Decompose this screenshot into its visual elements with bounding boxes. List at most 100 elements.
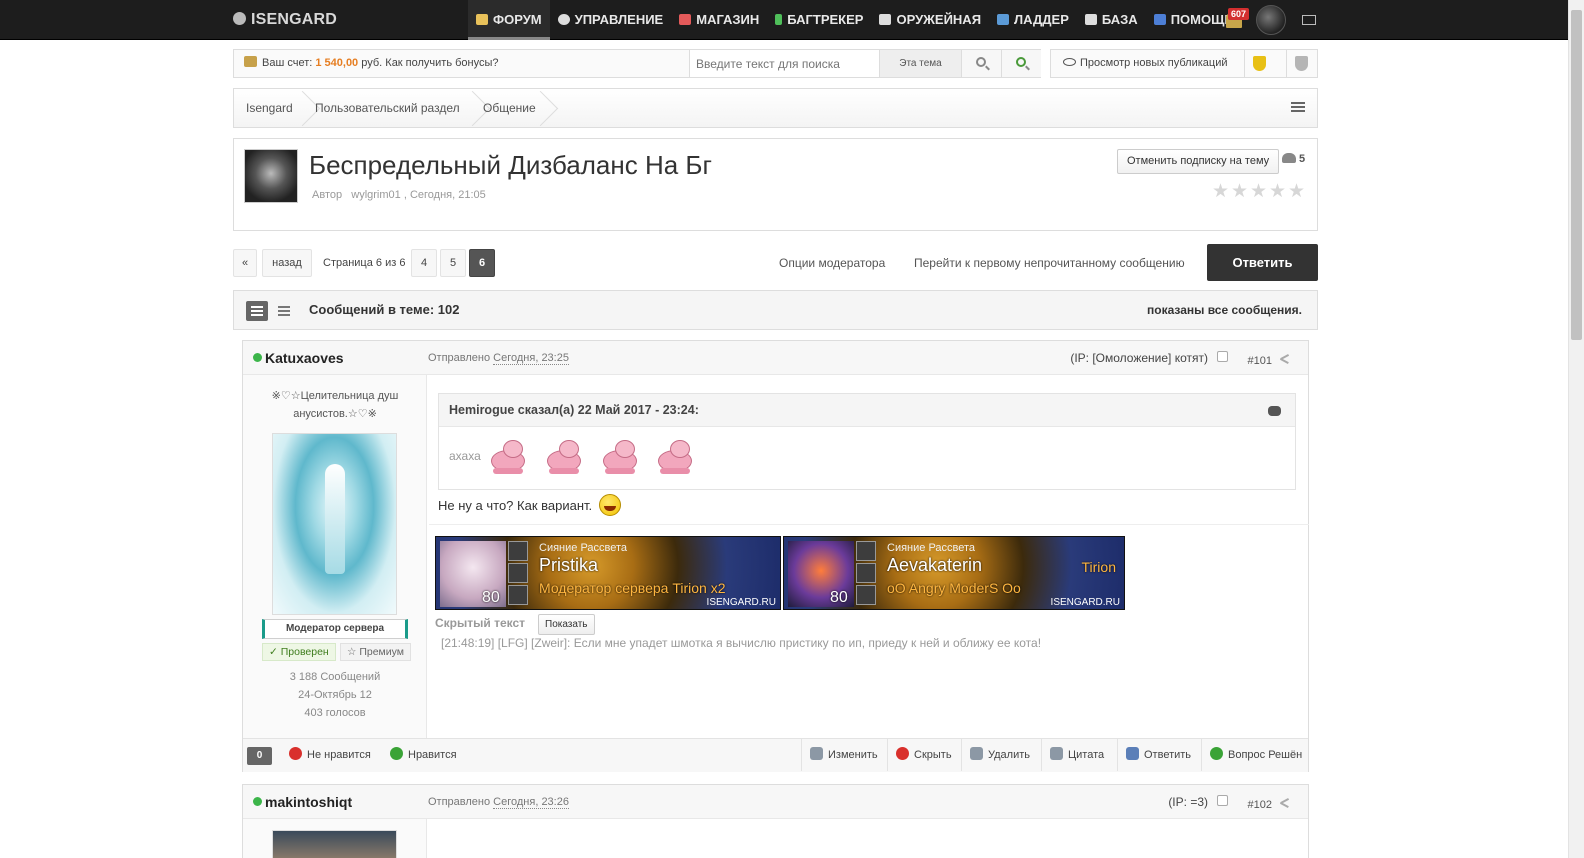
advanced-search-icon xyxy=(1016,57,1026,67)
check-icon xyxy=(1210,747,1223,760)
quote-button[interactable]: Цитата xyxy=(1041,739,1117,771)
topic-author-link[interactable]: wylgrim01 xyxy=(351,189,401,201)
post-author[interactable]: Katuxaoves xyxy=(265,341,344,375)
shown-filter[interactable]: показаны все сообщения. xyxy=(1147,291,1302,329)
quote-block: Hemirogue сказал(а) 22 Май 2017 - 23:24:… xyxy=(438,393,1296,490)
page-5-button[interactable]: 5 xyxy=(440,249,466,277)
star-icon[interactable]: ★ xyxy=(1231,182,1248,201)
verified-badge: ✓ Проверен xyxy=(262,643,336,661)
character-level: 80 xyxy=(830,589,848,606)
post-date: Отправлено Сегодня, 23:25 xyxy=(428,352,569,365)
spoiler-label: Скрытый текст xyxy=(435,616,526,630)
mail-icon[interactable] xyxy=(1302,15,1316,25)
nav-management[interactable]: УПРАВЛЕНИЕ xyxy=(550,0,672,40)
avatar[interactable] xyxy=(272,433,397,615)
nav-forum[interactable]: ФОРУМ xyxy=(468,0,550,40)
page-scrollbar[interactable] xyxy=(1568,0,1584,858)
star-icon[interactable]: ★ xyxy=(1269,182,1286,201)
book-icon xyxy=(1084,14,1097,25)
search-input[interactable] xyxy=(689,50,879,77)
post-author[interactable]: makintoshiqt xyxy=(265,785,352,819)
topic-author-avatar[interactable] xyxy=(244,149,298,203)
slowpoke-emoticon xyxy=(597,438,643,480)
rating-stars[interactable]: ★ ★ ★ ★ ★ xyxy=(1212,182,1312,201)
shield-button[interactable] xyxy=(1286,50,1316,77)
character-banner[interactable]: 80 Сияние Рассвета Aevakaterin oO Angry … xyxy=(783,536,1125,610)
prev-page-button[interactable]: назад xyxy=(262,249,312,277)
info-bar: Ваш счет: 1 540,00 руб. Как получить бон… xyxy=(233,49,1041,78)
posts-count-bar: Сообщений в теме: 102 показаны все сообщ… xyxy=(233,290,1318,330)
author-info: ※♡☆Целительница душ анусистов.☆♡※ Модера… xyxy=(243,375,427,738)
banner-site: ISENGARD.RU xyxy=(1050,597,1120,608)
search-button[interactable] xyxy=(961,50,1001,77)
search-scope-button[interactable]: Эта тема xyxy=(879,50,961,77)
post-101: Katuxaoves Отправлено Сегодня, 23:25 (IP… xyxy=(242,340,1309,772)
character-name: Aevakaterin xyxy=(887,555,983,575)
topic-header: Беспредельный Дизбаланс На Бг Автор wylg… xyxy=(233,138,1318,231)
comments-icon[interactable] xyxy=(1268,406,1281,416)
character-level: 80 xyxy=(482,589,500,606)
nav-armory[interactable]: ОРУЖЕЙНАЯ xyxy=(871,0,989,40)
first-page-button[interactable]: « xyxy=(233,249,257,277)
reply-icon xyxy=(1126,747,1139,760)
reply-button[interactable]: Ответить xyxy=(1207,244,1318,281)
character-realm: Сияние Рассвета xyxy=(887,542,976,554)
breadcrumb-item-user-section[interactable]: Пользовательский раздел xyxy=(315,89,460,127)
unsubscribe-button[interactable]: Отменить подписку на тему xyxy=(1117,149,1280,174)
first-unread-link[interactable]: Перейти к первому непрочитанному сообщен… xyxy=(914,256,1185,270)
delete-button[interactable]: Удалить xyxy=(961,739,1041,771)
messages-count[interactable]: 3 188 Сообщений xyxy=(253,671,417,683)
nav-bugtracker[interactable]: БАГТРЕКЕР xyxy=(767,0,871,40)
compact-view-icon xyxy=(278,306,290,316)
advanced-search-button[interactable] xyxy=(1001,50,1041,77)
hide-button[interactable]: Скрыть xyxy=(887,739,961,771)
post-number[interactable]: #101 xyxy=(1248,344,1272,378)
banner-site: ISENGARD.RU xyxy=(706,597,776,608)
notifications-button[interactable]: 607 xyxy=(1220,0,1250,40)
like-button[interactable]: Нравится xyxy=(382,739,457,771)
star-icon[interactable]: ★ xyxy=(1212,182,1229,201)
bonus-link[interactable]: руб. Как получить бонусы? xyxy=(361,57,498,69)
select-post-checkbox[interactable] xyxy=(1217,351,1228,362)
scrollbar-thumb[interactable] xyxy=(1571,10,1582,340)
list-view-icon[interactable] xyxy=(1291,102,1305,112)
share-icon[interactable] xyxy=(1280,354,1290,364)
nav-base[interactable]: БАЗА xyxy=(1077,0,1146,40)
new-posts-link[interactable]: Просмотр новых публикаций xyxy=(1063,50,1228,77)
page-4-button[interactable]: 4 xyxy=(411,249,437,277)
character-banner[interactable]: 80 Сияние Рассвета Pristika Модератор се… xyxy=(435,536,781,610)
share-icon[interactable] xyxy=(1280,798,1290,808)
character-server: Tirion xyxy=(1081,559,1117,575)
nav-ladder[interactable]: ЛАДДЕР xyxy=(989,0,1077,40)
edit-button[interactable]: Изменить xyxy=(801,739,887,771)
wallet-info: Ваш счет: 1 540,00 руб. Как получить бон… xyxy=(244,50,499,77)
quote-citation: Hemirogue сказал(а) 22 Май 2017 - 23:24: xyxy=(449,403,699,417)
star-icon[interactable]: ★ xyxy=(1250,182,1267,201)
nav-shop[interactable]: МАГАЗИН xyxy=(671,0,767,40)
moderator-options-link[interactable]: Опции модератора xyxy=(779,256,885,270)
post-date: Отправлено Сегодня, 23:26 xyxy=(428,796,569,809)
equipment-slots xyxy=(508,541,530,607)
followers-count[interactable]: 5 xyxy=(1282,153,1305,165)
user-title: ※♡☆Целительница душ анусистов.☆♡※ xyxy=(271,390,399,420)
minus-icon xyxy=(289,747,302,760)
avatar[interactable] xyxy=(1256,5,1286,35)
select-post-checkbox[interactable] xyxy=(1217,795,1228,806)
post-header: Katuxaoves Отправлено Сегодня, 23:25 (IP… xyxy=(243,341,1308,375)
star-icon[interactable]: ★ xyxy=(1288,182,1305,201)
page-6-button[interactable]: 6 xyxy=(469,249,495,277)
reply-post-button[interactable]: Ответить xyxy=(1117,739,1201,771)
help-icon xyxy=(1153,14,1166,25)
compact-view-button[interactable] xyxy=(273,301,295,321)
solved-button[interactable]: Вопрос Решён xyxy=(1201,739,1308,771)
post-number[interactable]: #102 xyxy=(1248,788,1272,822)
show-spoiler-button[interactable]: Показать xyxy=(538,614,595,635)
avatar[interactable] xyxy=(272,830,397,858)
dislike-button[interactable]: Не нравится xyxy=(281,739,371,771)
moderation-queue-button[interactable] xyxy=(1244,50,1274,77)
site-logo[interactable]: ISENGARD xyxy=(233,0,337,40)
character-subtitle: oO Angry ModerS Oo xyxy=(887,580,1021,596)
full-view-button[interactable] xyxy=(246,301,268,321)
edit-icon xyxy=(810,747,823,760)
post-ip: (IP: =3) xyxy=(1168,795,1208,809)
